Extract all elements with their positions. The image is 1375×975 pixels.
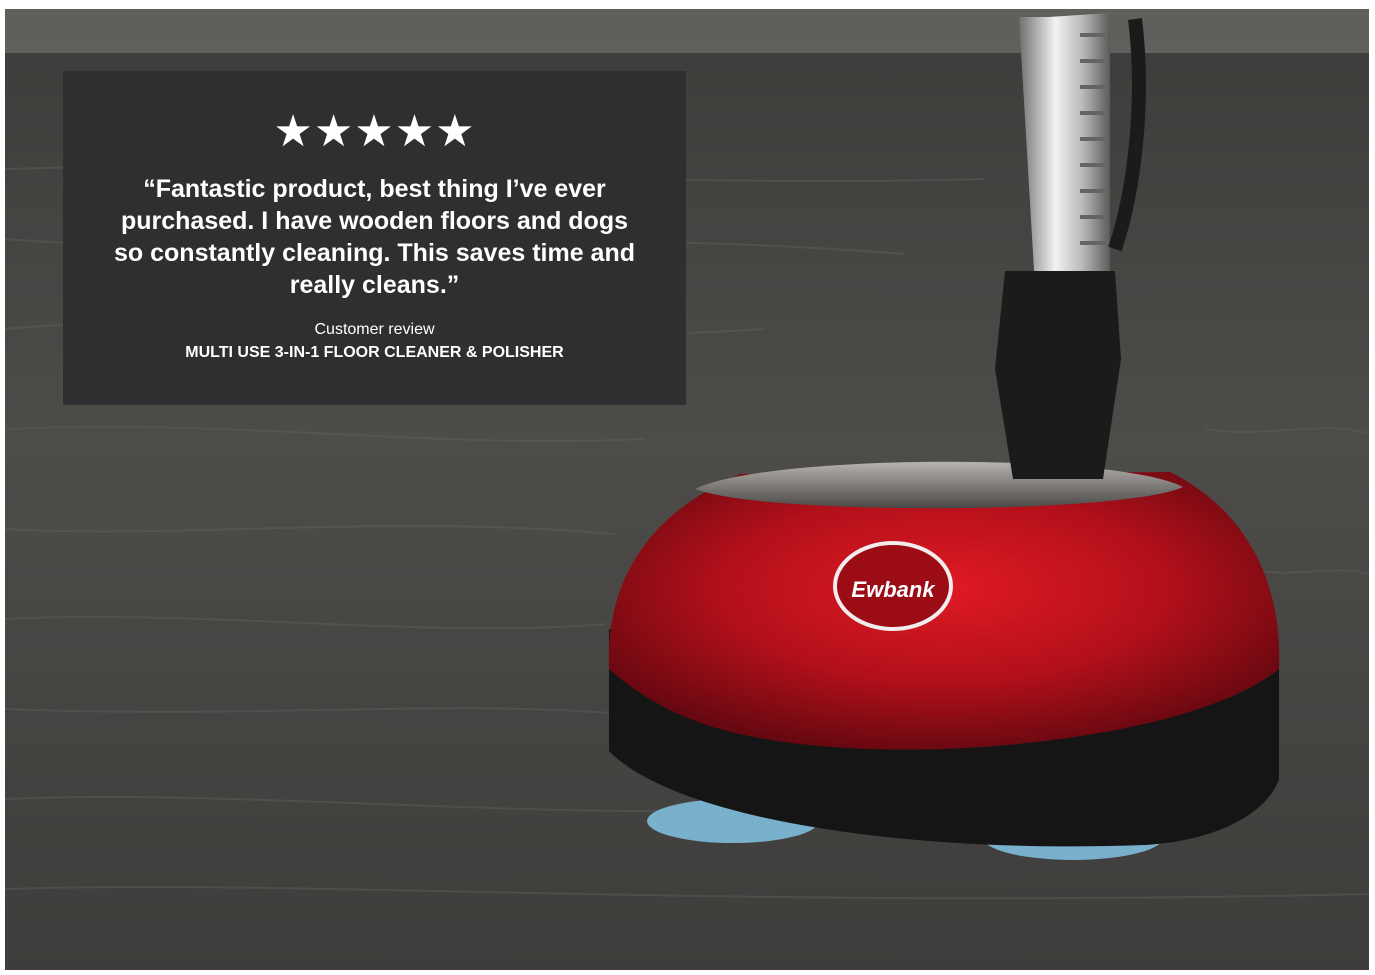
review-card: ★★★★★ “Fantastic product, best thing I’v… xyxy=(63,71,686,405)
product-name: MULTI USE 3-IN-1 FLOOR CLEANER & POLISHE… xyxy=(185,344,564,361)
review-quote: “Fantastic product, best thing I’ve ever… xyxy=(114,175,635,299)
review-label: Customer review xyxy=(314,321,435,338)
background-wall xyxy=(5,9,1369,53)
polisher-body xyxy=(608,472,1280,750)
polisher-handle-pole xyxy=(1019,13,1110,287)
handle-joint xyxy=(995,271,1121,479)
brand-logo-text: Ewbank xyxy=(851,577,936,602)
five-star-rating-icon: ★★★★★ xyxy=(273,106,476,157)
